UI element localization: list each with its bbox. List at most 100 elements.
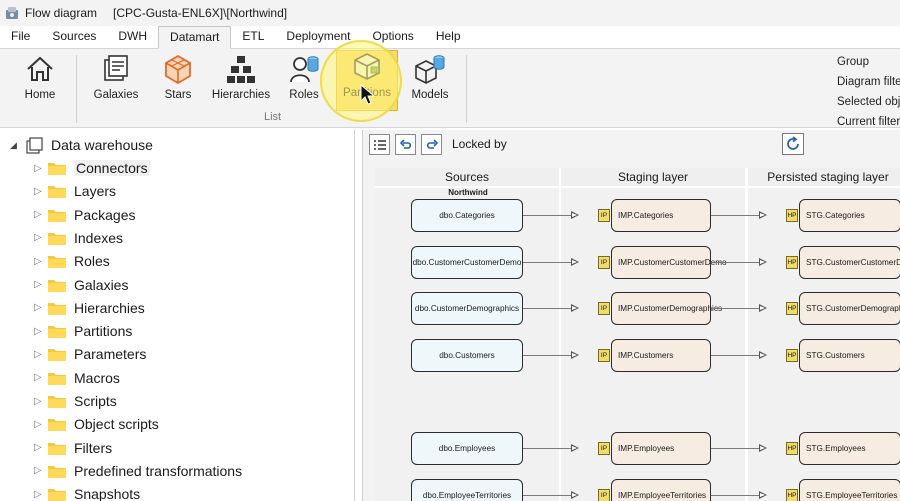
tab-help[interactable]: Help — [425, 26, 472, 48]
current-filter-option[interactable]: Current filter — [837, 112, 900, 132]
expand-caret-icon[interactable]: ▷ — [34, 489, 44, 500]
tab-sources[interactable]: Sources — [41, 26, 107, 48]
folder-icon — [48, 256, 66, 269]
models-icon — [415, 55, 445, 84]
sources-header: Sources — [375, 168, 559, 186]
expand-caret-icon[interactable]: ▷ — [34, 349, 44, 360]
tree-item[interactable]: ▷ Layers — [34, 181, 116, 201]
stars-button[interactable]: Stars — [150, 53, 206, 111]
staging-tag: IP — [598, 349, 610, 362]
tree-root[interactable]: ◢ Data warehouse — [10, 135, 153, 155]
staging-table-box[interactable]: IMP.CustomerDemographics — [611, 292, 722, 325]
staging-table-box[interactable]: IMP.Customers — [611, 339, 711, 372]
tree-item[interactable]: ▷ Object scripts — [34, 414, 159, 434]
expand-caret-icon[interactable]: ▷ — [34, 396, 44, 407]
expand-caret-icon[interactable]: ▷ — [34, 163, 44, 174]
tree-item[interactable]: ▷ Hierarchies — [34, 298, 145, 318]
tab-options[interactable]: Options — [361, 26, 424, 48]
arrowhead-icon — [571, 351, 579, 359]
persisted-table-box[interactable]: STG.CustomerDemographics — [799, 292, 900, 325]
expand-caret-icon[interactable]: ▷ — [34, 256, 44, 267]
tree-item[interactable]: ▷ Filters — [34, 438, 112, 458]
source-table-box[interactable]: dbo.Categories — [411, 199, 523, 232]
source-table-box[interactable]: dbo.Employees — [411, 432, 523, 465]
source-table-box[interactable]: dbo.EmployeeTerritories — [411, 479, 523, 501]
tree-item[interactable]: ▷ Galaxies — [34, 275, 128, 295]
tab-datamart[interactable]: Datamart — [158, 26, 232, 49]
staging-table-box[interactable]: IMP.CustomerCustomerDemo — [611, 246, 727, 279]
persisted-tag: HP — [786, 256, 798, 269]
flow-arrow — [523, 355, 573, 356]
flow-diagram[interactable]: Sources Staging layer Persisted staging … — [375, 168, 900, 501]
persisted-table-name: STG.Employees — [806, 443, 866, 453]
tree-item-label: Macros — [74, 369, 120, 386]
title-bar: Flow diagram [CPC-Gusta-ENL6X]\[Northwin… — [0, 0, 900, 26]
expand-caret-icon[interactable]: ▷ — [34, 442, 44, 453]
roles-button[interactable]: Roles — [276, 53, 332, 111]
source-table-box[interactable]: dbo.CustomerDemographics — [411, 292, 523, 325]
partitions-icon — [354, 53, 380, 80]
partitions-button[interactable]: Partitions — [336, 50, 398, 111]
tab-file[interactable]: File — [0, 26, 41, 48]
expand-caret-icon[interactable]: ▷ — [34, 302, 44, 313]
tab-dwh[interactable]: DWH — [107, 26, 158, 48]
expand-caret-icon[interactable]: ▷ — [34, 419, 44, 430]
expand-caret-icon[interactable]: ▷ — [34, 372, 44, 383]
staging-table-box[interactable]: IMP.EmployeeTerritories — [611, 479, 711, 501]
tab-etl[interactable]: ETL — [231, 26, 275, 48]
persisted-table-name: STG.EmployeeTerritories — [806, 490, 898, 500]
arrowhead-icon — [759, 351, 767, 359]
collapse-caret-icon[interactable]: ◢ — [10, 140, 20, 151]
persisted-table-box[interactable]: STG.CustomerCustomerDemo — [799, 246, 900, 279]
expand-caret-icon[interactable]: ▷ — [34, 465, 44, 476]
tree-item[interactable]: ▷ Partitions — [34, 321, 132, 341]
tree-item[interactable]: ▷ Roles — [34, 251, 110, 271]
staging-table-box[interactable]: IMP.Categories — [611, 199, 711, 232]
source-table-box[interactable]: dbo.CustomerCustomerDemo — [411, 246, 523, 279]
tree-item[interactable]: ▷ Connectors — [34, 158, 150, 178]
persisted-table-box[interactable]: STG.Employees — [799, 432, 900, 465]
tab-deployment[interactable]: Deployment — [275, 26, 361, 48]
expand-caret-icon[interactable]: ▷ — [34, 186, 44, 197]
object-tree[interactable]: ◢ Data warehouse ▷ Connectors ▷ Layers ▷ Pack… — [4, 130, 355, 501]
persisted-table-name: STG.Customers — [806, 350, 865, 360]
undo-button[interactable] — [395, 134, 416, 155]
expand-caret-icon[interactable]: ▷ — [34, 326, 44, 337]
source-table-name: dbo.Customers — [439, 350, 495, 360]
staging-table-box[interactable]: IMP.Employees — [611, 432, 711, 465]
tree-item-label: Filters — [74, 439, 113, 456]
expand-caret-icon[interactable]: ▷ — [34, 232, 44, 243]
staging-header: Staging layer — [561, 168, 745, 186]
tree-item[interactable]: ▷ Macros — [34, 368, 120, 388]
galaxies-button[interactable]: Galaxies — [88, 53, 144, 111]
refresh-button[interactable] — [782, 133, 804, 155]
hierarchies-button[interactable]: Hierarchies — [212, 53, 270, 111]
tree-item[interactable]: ▷ Parameters — [34, 344, 146, 364]
source-table-box[interactable]: dbo.Customers — [411, 339, 523, 372]
expand-caret-icon[interactable]: ▷ — [34, 209, 44, 220]
tree-item-label: Partitions — [74, 323, 133, 340]
expand-caret-icon[interactable]: ▷ — [34, 279, 44, 290]
tree-item[interactable]: ▷ Snapshots — [34, 484, 140, 501]
tree-root-label: Data warehouse — [51, 137, 153, 153]
group-option[interactable]: Group — [837, 52, 900, 72]
tree-item[interactable]: ▷ Packages — [34, 205, 135, 225]
diagram-filter-option[interactable]: Diagram filte — [837, 72, 900, 92]
folder-icon — [48, 442, 66, 455]
persisted-table-box[interactable]: STG.Categories — [799, 199, 900, 232]
home-button[interactable]: Home — [12, 53, 68, 111]
tree-item[interactable]: ▷ Scripts — [34, 391, 117, 411]
galaxies-icon — [104, 55, 128, 81]
staging-tag: IP — [598, 442, 610, 455]
folder-icon — [48, 372, 66, 385]
list-view-button[interactable] — [369, 134, 390, 155]
persisted-table-box[interactable]: STG.Customers — [799, 339, 900, 372]
persisted-table-box[interactable]: STG.EmployeeTerritories — [799, 479, 900, 501]
models-label: Models — [411, 89, 449, 101]
flow-panel: Locked by Sources Staging layer Persiste… — [362, 130, 900, 501]
redo-button[interactable] — [421, 134, 442, 155]
selected-objects-option[interactable]: Selected obj — [837, 92, 900, 112]
tree-item[interactable]: ▷ Indexes — [34, 228, 123, 248]
tree-item[interactable]: ▷ Predefined transformations — [34, 461, 242, 481]
models-button[interactable]: Models — [402, 53, 458, 111]
